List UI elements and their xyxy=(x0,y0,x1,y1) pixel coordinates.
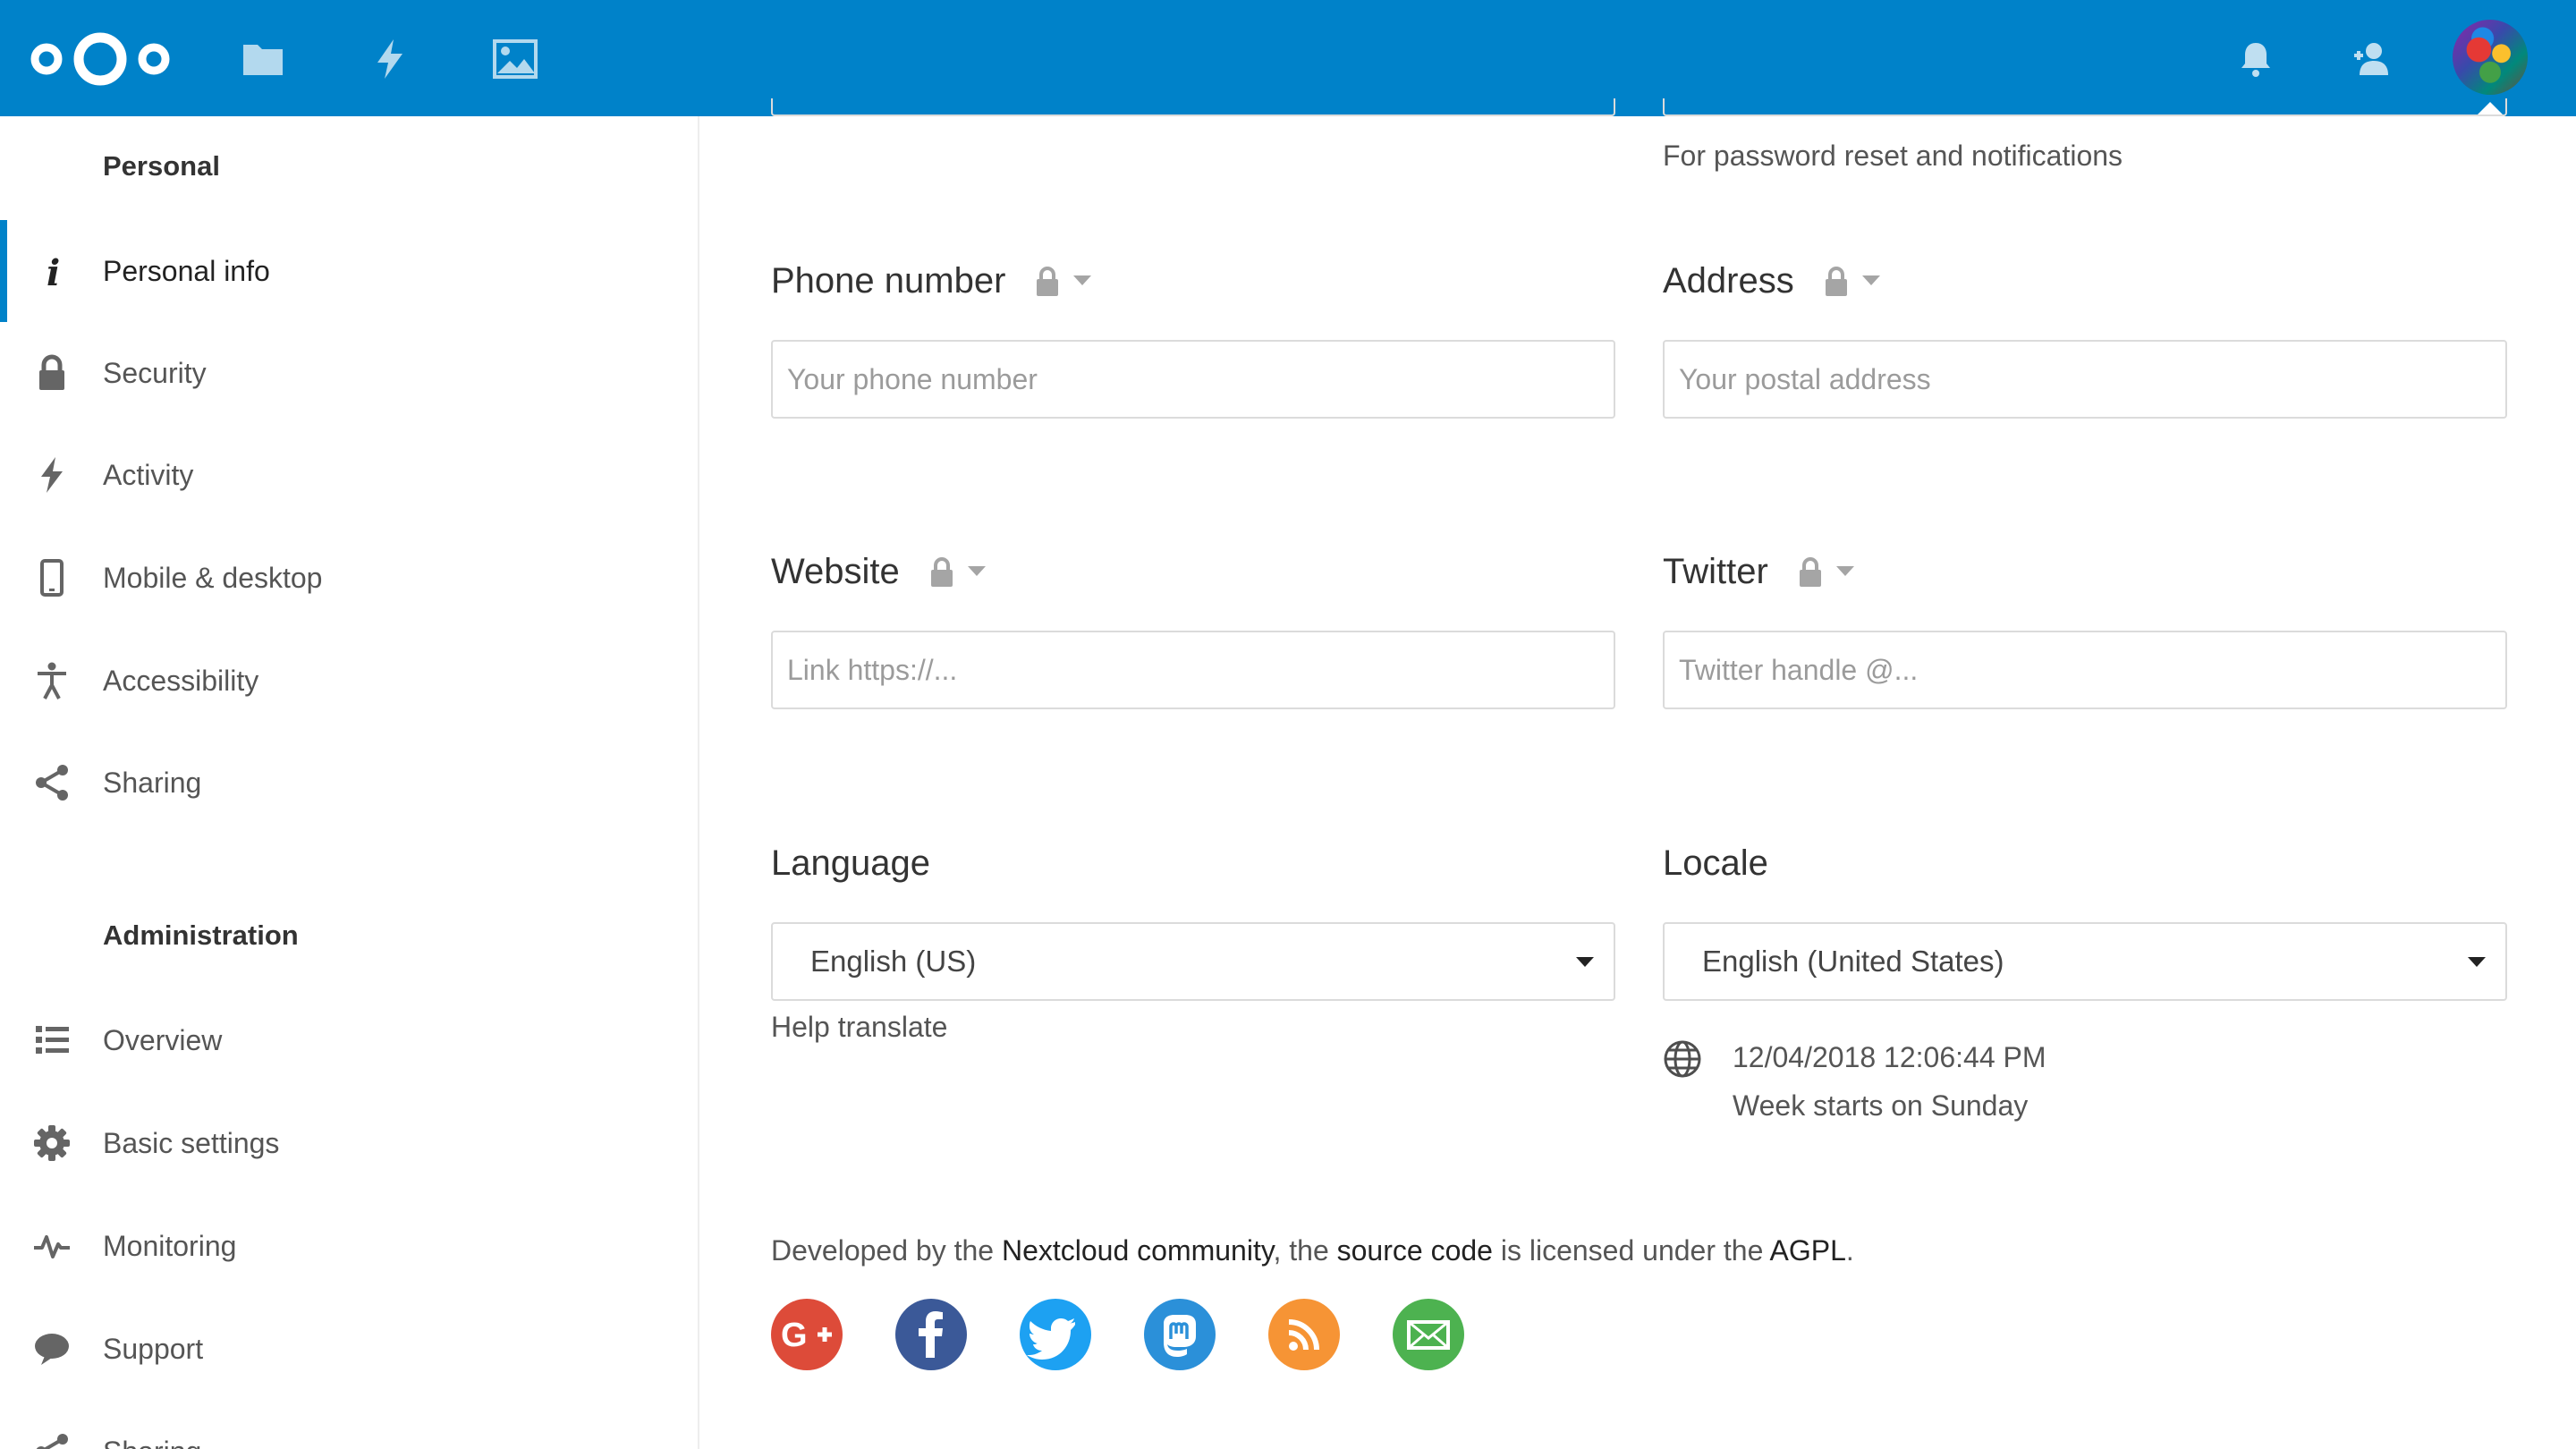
website-field-group: Website xyxy=(771,545,1615,724)
activity-app-icon[interactable] xyxy=(367,36,413,82)
twitter-field-group: Twitter xyxy=(1663,545,2507,724)
website-input[interactable] xyxy=(771,631,1615,709)
google-plus-icon[interactable]: G xyxy=(771,1299,843,1370)
dropdown-arrow-icon xyxy=(2468,957,2486,967)
sidebar-item-label: Mobile & desktop xyxy=(103,562,323,594)
language-label: Language xyxy=(771,843,930,883)
share-icon xyxy=(36,765,68,801)
share-icon xyxy=(36,1434,68,1449)
phone-field-group: Phone number xyxy=(771,254,1615,433)
chat-icon xyxy=(35,1334,69,1365)
globe-icon xyxy=(1664,1040,1701,1078)
locale-field-group: Locale English (United States) xyxy=(1663,836,2507,1015)
sidebar-item-basic-settings[interactable]: Basic settings xyxy=(0,1092,698,1194)
personal-section-title: Personal xyxy=(103,150,220,182)
phone-label: Phone number xyxy=(771,261,1006,301)
sidebar-item-label: Sharing xyxy=(103,1401,201,1449)
contacts-icon[interactable] xyxy=(2349,36,2395,82)
scope-dropdown-icon[interactable] xyxy=(1861,275,1880,286)
lightning-icon xyxy=(41,457,63,493)
sidebar-item-label: Overview xyxy=(103,1024,223,1056)
footer-suffix: is licensed under the xyxy=(1492,1234,1770,1267)
sidebar-item-label: Activity xyxy=(103,459,194,491)
nextcloud-logo[interactable] xyxy=(27,29,174,89)
phone-icon xyxy=(40,559,64,597)
gallery-app-icon[interactable] xyxy=(492,36,538,82)
pulse-icon xyxy=(34,1235,70,1258)
sidebar-item-label: Sharing xyxy=(103,767,202,799)
footer-end: . xyxy=(1845,1234,1854,1267)
footer-credits: Developed by the Nextcloud community, th… xyxy=(771,1234,1854,1267)
list-icon xyxy=(36,1026,69,1054)
lock-icon[interactable] xyxy=(1797,555,1824,588)
sidebar-item-personal-info[interactable]: i Personal info xyxy=(0,220,698,322)
language-selected-value: English (US) xyxy=(810,945,977,978)
locale-label: Locale xyxy=(1663,843,1768,883)
sidebar-item-support[interactable]: Support xyxy=(0,1298,698,1400)
sidebar-item-label: Monitoring xyxy=(103,1230,237,1262)
help-translate-link[interactable]: Help translate xyxy=(771,1011,947,1044)
user-avatar[interactable] xyxy=(2453,20,2528,95)
language-select[interactable]: English (US) xyxy=(771,922,1615,1001)
email-hint: For password reset and notifications xyxy=(1663,140,2123,172)
locale-datetime: 12/04/2018 12:06:44 PM xyxy=(1733,1041,2046,1073)
nextcloud-community-link[interactable]: Nextcloud community xyxy=(1002,1234,1274,1267)
gear-icon xyxy=(34,1125,70,1161)
twitter-label: Twitter xyxy=(1663,552,1768,591)
fullname-input-partial[interactable] xyxy=(771,98,1615,116)
scope-dropdown-icon[interactable] xyxy=(967,566,986,577)
lock-icon xyxy=(39,354,64,390)
info-icon: i xyxy=(47,252,60,291)
twitter-input[interactable] xyxy=(1663,631,2507,709)
week-start: Week starts on Sunday xyxy=(1733,1089,2029,1122)
administration-section-title: Administration xyxy=(103,919,299,951)
settings-sidebar: Personal i Personal info Security Activi… xyxy=(0,116,699,1449)
sidebar-item-label: Accessibility xyxy=(103,665,259,697)
scope-dropdown-icon[interactable] xyxy=(1835,566,1854,577)
notifications-bell-icon[interactable] xyxy=(2233,36,2279,82)
locale-select[interactable]: English (United States) xyxy=(1663,922,2507,1001)
phone-input[interactable] xyxy=(771,340,1615,419)
facebook-icon[interactable] xyxy=(895,1299,967,1370)
scope-dropdown-icon[interactable] xyxy=(1073,275,1092,286)
sidebar-item-label: Personal info xyxy=(103,255,270,287)
sidebar-item-mobile-desktop[interactable]: Mobile & desktop xyxy=(0,527,698,629)
files-app-icon[interactable] xyxy=(240,36,286,82)
sidebar-item-label: Basic settings xyxy=(103,1127,280,1159)
lock-icon[interactable] xyxy=(1034,265,1061,297)
personal-info-content: For password reset and notifications Pho… xyxy=(699,98,2576,1449)
sidebar-item-admin-sharing[interactable]: Sharing xyxy=(0,1401,698,1449)
dropdown-arrow-icon xyxy=(1576,957,1594,967)
sidebar-item-overview[interactable]: Overview xyxy=(0,989,698,1091)
sidebar-item-sharing[interactable]: Sharing xyxy=(0,732,698,834)
accessibility-icon xyxy=(38,662,66,699)
rss-icon[interactable] xyxy=(1268,1299,1340,1370)
address-label: Address xyxy=(1663,261,1794,301)
sidebar-item-label: Security xyxy=(103,357,207,389)
email-input-partial[interactable] xyxy=(1663,98,2507,116)
twitter-icon[interactable] xyxy=(1020,1299,1091,1370)
sidebar-item-label: Support xyxy=(103,1333,204,1365)
locale-selected-value: English (United States) xyxy=(1702,945,2004,978)
sidebar-item-activity[interactable]: Activity xyxy=(0,424,698,526)
mastodon-icon[interactable] xyxy=(1144,1299,1216,1370)
lock-icon[interactable] xyxy=(928,555,955,588)
svg-text:G: G xyxy=(781,1317,808,1354)
svg-text:i: i xyxy=(47,252,60,291)
website-label: Website xyxy=(771,552,900,591)
address-input[interactable] xyxy=(1663,340,2507,419)
footer-prefix: Developed by the xyxy=(771,1234,1002,1267)
lock-icon[interactable] xyxy=(1823,265,1850,297)
language-field-group: Language English (US) xyxy=(771,836,1615,1015)
source-code-link[interactable]: source code xyxy=(1337,1234,1493,1267)
agpl-link[interactable]: AGPL xyxy=(1769,1234,1845,1267)
footer-middle: , the xyxy=(1273,1234,1337,1267)
sidebar-item-security[interactable]: Security xyxy=(0,322,698,424)
address-field-group: Address xyxy=(1663,254,2507,433)
sidebar-item-monitoring[interactable]: Monitoring xyxy=(0,1195,698,1297)
sidebar-item-accessibility[interactable]: Accessibility xyxy=(0,630,698,732)
email-icon[interactable] xyxy=(1393,1299,1464,1370)
